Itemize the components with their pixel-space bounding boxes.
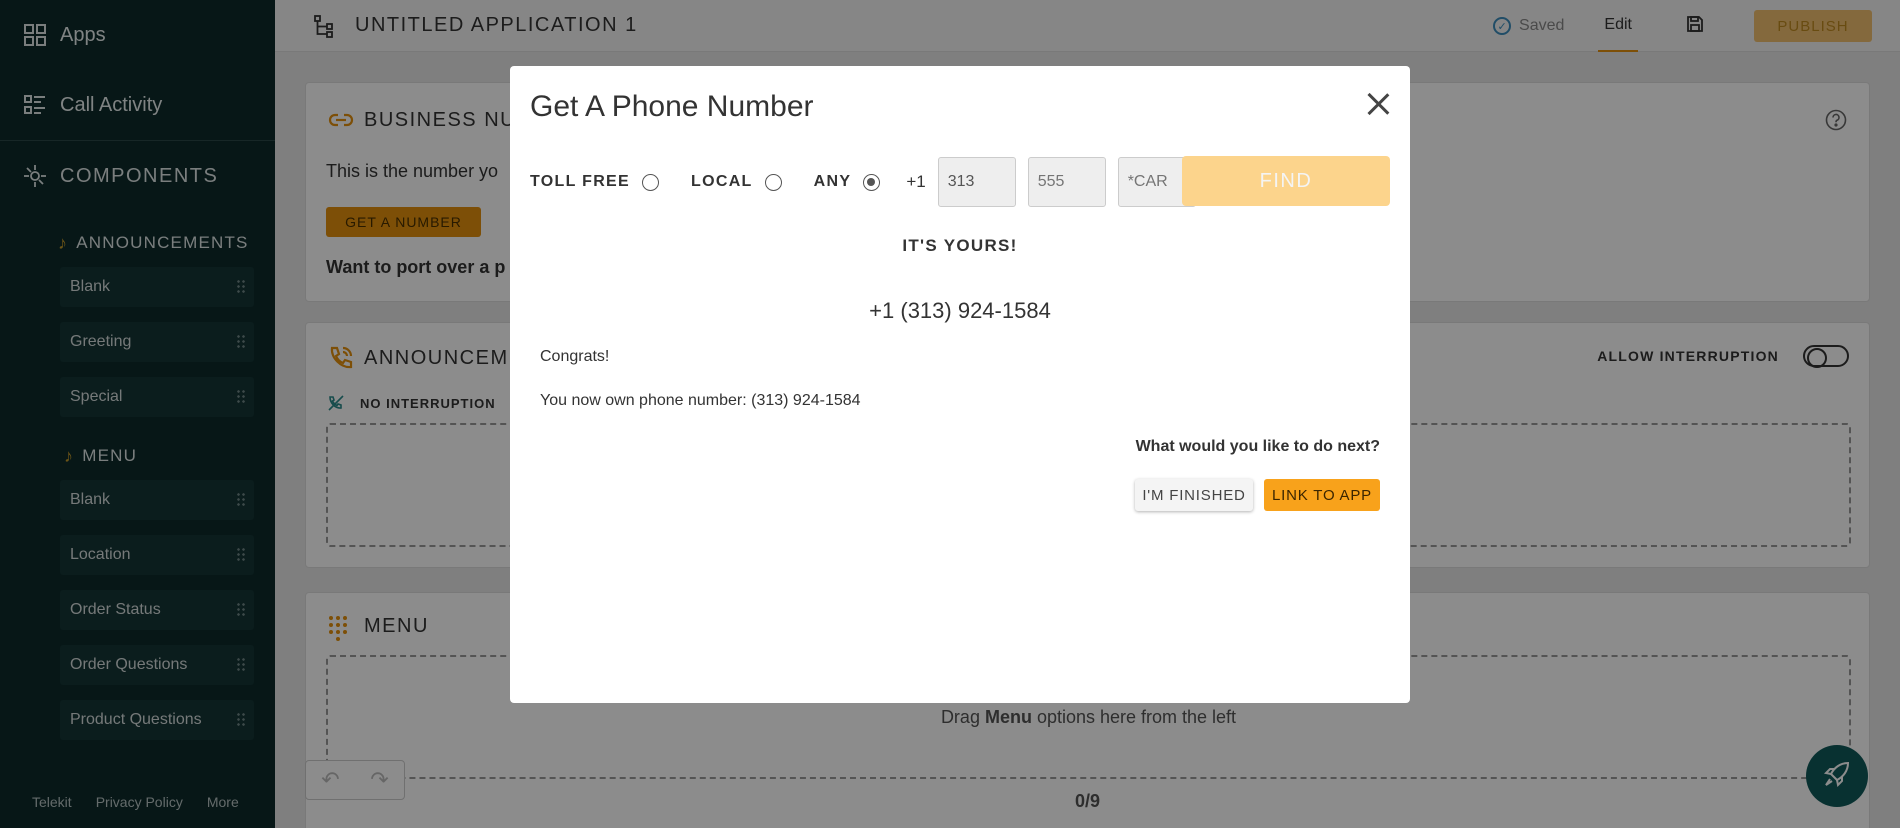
option-label: LOCAL <box>691 173 753 190</box>
prefix-input[interactable] <box>1027 157 1106 207</box>
radio-any[interactable] <box>863 173 881 191</box>
radio-toll-free[interactable] <box>642 173 660 191</box>
option-any[interactable]: ANY <box>814 173 881 191</box>
country-code: +1 <box>906 172 926 191</box>
radio-local[interactable] <box>764 173 782 191</box>
congrats-text: Congrats! <box>540 348 610 365</box>
success-heading: IT'S YOURS! <box>902 236 1018 255</box>
find-button[interactable]: FIND <box>1182 156 1390 206</box>
dialog-title: Get A Phone Number <box>530 90 814 123</box>
option-toll-free[interactable]: TOLL FREE <box>530 173 660 191</box>
link-to-app-button[interactable]: LINK TO APP <box>1264 479 1380 511</box>
ownership-text: You now own phone number: (313) 924-1584 <box>540 392 861 409</box>
get-phone-number-dialog: Get A Phone Number TOLL FREE LOCAL ANY +… <box>510 66 1410 703</box>
close-icon[interactable] <box>1360 86 1396 122</box>
area-code-input[interactable] <box>937 157 1016 207</box>
im-finished-button[interactable]: I'M FINISHED <box>1135 479 1253 511</box>
next-step-question: What would you like to do next? <box>1135 438 1380 455</box>
option-label: TOLL FREE <box>530 173 631 190</box>
option-local[interactable]: LOCAL <box>691 173 782 191</box>
option-label: ANY <box>813 173 852 190</box>
acquired-phone-number: +1 (313) 924-1584 <box>869 298 1051 323</box>
number-type-options: TOLL FREE LOCAL ANY +1 <box>530 156 1208 208</box>
